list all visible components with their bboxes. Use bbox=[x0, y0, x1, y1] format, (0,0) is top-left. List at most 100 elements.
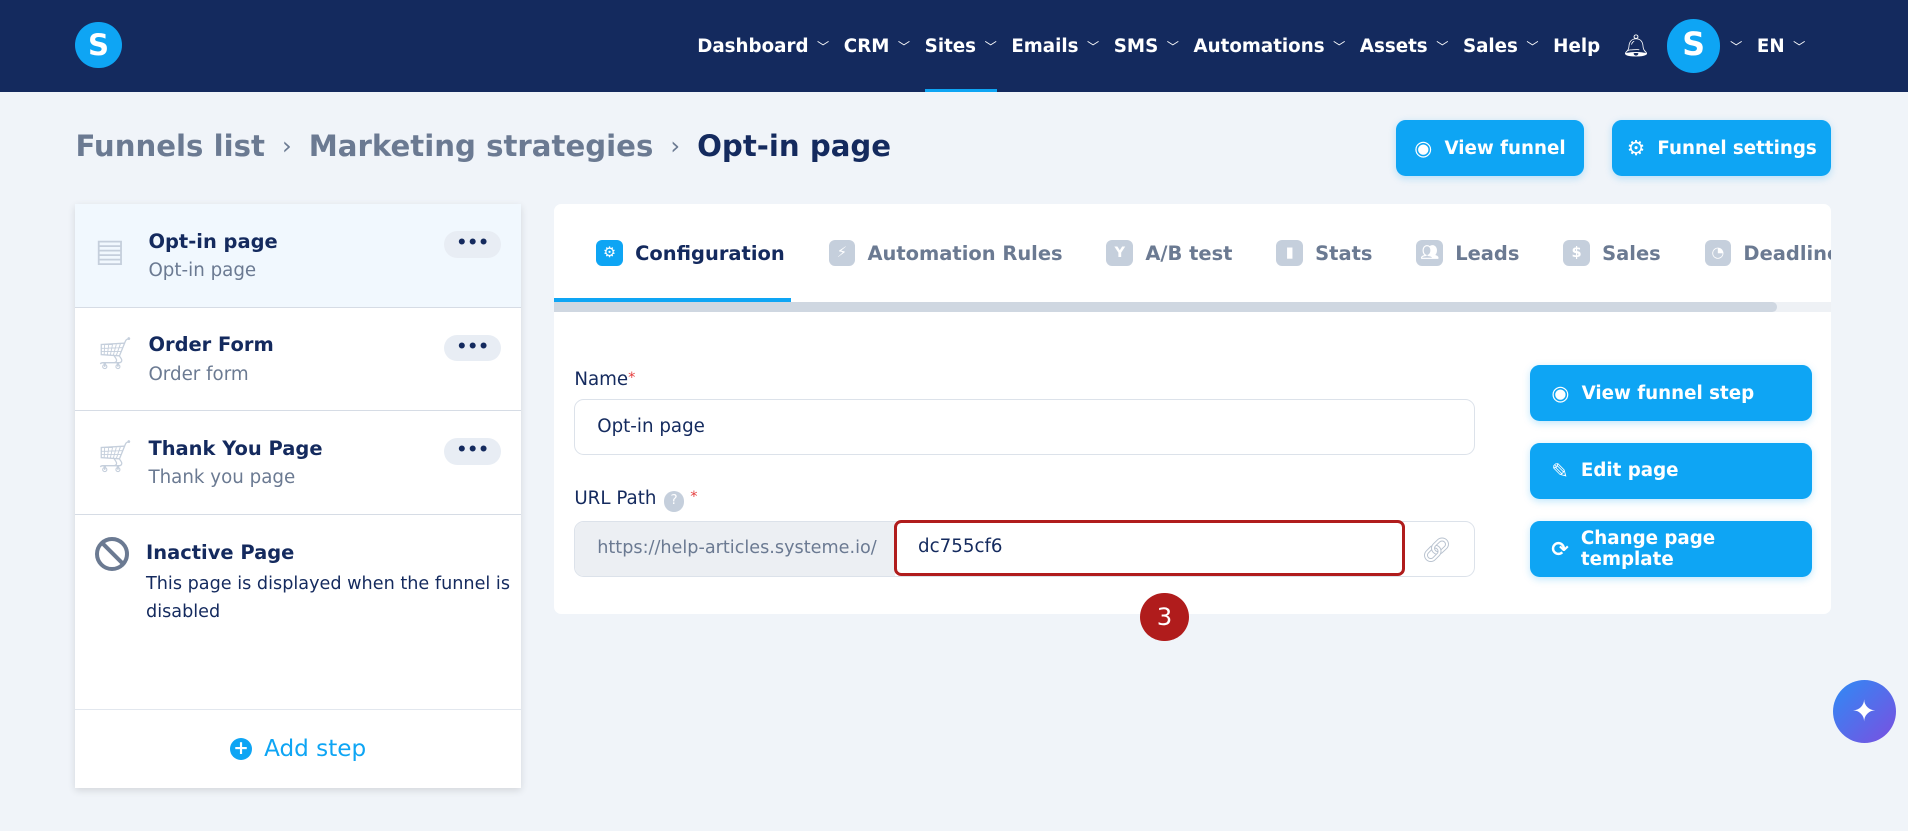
more-options-button[interactable]: ••• bbox=[444, 334, 502, 362]
nav-label: Help bbox=[1553, 35, 1601, 57]
inactive-page-item[interactable]: Inactive Page This page is displayed whe… bbox=[75, 515, 520, 710]
chevron-down-icon[interactable]: ﹀ bbox=[1730, 37, 1742, 55]
tab-deadline-settings[interactable]: ◔ Deadline settings bbox=[1704, 204, 1832, 301]
nav-sites[interactable]: Sites ﹀ bbox=[924, 0, 997, 93]
nav-assets[interactable]: Assets ﹀ bbox=[1360, 0, 1449, 92]
step-item[interactable]: ▤ Opt-in page Opt-in page ••• bbox=[75, 204, 521, 308]
funnel-settings-button[interactable]: ⚙ Funnel settings bbox=[1612, 120, 1832, 177]
tab-icon: ◔ bbox=[1704, 239, 1732, 267]
required-mark: * bbox=[690, 487, 698, 505]
chevron-down-icon: ﹀ bbox=[1436, 40, 1449, 55]
add-step-label: Add step bbox=[264, 736, 367, 763]
nav-dashboard[interactable]: Dashboard ﹀ bbox=[697, 0, 829, 92]
cart-icon: 🛒︎ bbox=[94, 336, 136, 373]
breadcrumb: Funnels list › Marketing strategies › Op… bbox=[75, 129, 891, 163]
steps-panel: ▤ Opt-in page Opt-in page ••• 🛒︎ Order F… bbox=[75, 204, 521, 789]
step-title: Order Form bbox=[148, 333, 274, 357]
nav-emails[interactable]: Emails ﹀ bbox=[1011, 0, 1099, 92]
breadcrumb-funnels-list[interactable]: Funnels list bbox=[75, 129, 265, 163]
url-prefix: https://help-articles.systeme.io/ bbox=[575, 521, 896, 576]
tab-automation-rules[interactable]: ⚡ Automation Rules bbox=[828, 204, 1085, 301]
tab-configuration[interactable]: ⚙ Configuration bbox=[596, 204, 806, 301]
url-label-text: URL Path bbox=[574, 487, 657, 509]
chevron-down-icon: ﹀ bbox=[1526, 40, 1539, 55]
view-funnel-button[interactable]: ◉ View funnel bbox=[1395, 120, 1585, 177]
link-icon[interactable]: 🔗︎ bbox=[1421, 535, 1452, 564]
tabs-scrollbar[interactable] bbox=[553, 301, 1832, 312]
tab-icon: ▮ bbox=[1276, 239, 1304, 267]
step-subtitle: Thank you page bbox=[148, 467, 296, 489]
nav-label: Dashboard bbox=[697, 35, 809, 57]
annotation-badge: 3 bbox=[1140, 592, 1189, 642]
help-icon[interactable]: ? bbox=[663, 490, 685, 512]
page-title: Opt-in page bbox=[697, 128, 892, 163]
required-mark: * bbox=[628, 368, 636, 386]
breadcrumb-marketing-strategies[interactable]: Marketing strategies bbox=[309, 129, 654, 163]
tab-leads[interactable]: 👥︎ Leads bbox=[1416, 204, 1541, 301]
url-path-label: URL Path? * bbox=[574, 487, 698, 512]
language-selector[interactable]: EN ﹀ bbox=[1757, 0, 1805, 92]
chevron-down-icon: ﹀ bbox=[1333, 40, 1346, 55]
step-title: Opt-in page bbox=[148, 229, 278, 253]
nav-label: Assets bbox=[1359, 35, 1428, 57]
edit-page-label: Edit page bbox=[1580, 460, 1679, 482]
tab-label: Deadline settings bbox=[1743, 241, 1832, 265]
eye-icon: ◉ bbox=[1414, 136, 1433, 161]
tab-icon: Y bbox=[1106, 239, 1134, 267]
tab-label: Stats bbox=[1315, 241, 1373, 265]
chevron-down-icon: ﹀ bbox=[1793, 40, 1806, 55]
gear-icon: ⚙ bbox=[1626, 136, 1646, 161]
chevron-down-icon: ﹀ bbox=[817, 40, 830, 55]
cart-check-icon: 🛒︎ bbox=[94, 439, 136, 476]
change-template-button[interactable]: ⟳ Change page template bbox=[1529, 520, 1812, 577]
tab-stats[interactable]: ▮ Stats bbox=[1276, 204, 1394, 301]
view-funnel-label: View funnel bbox=[1444, 137, 1566, 159]
more-options-button[interactable]: ••• bbox=[444, 231, 502, 258]
name-label-text: Name bbox=[574, 368, 629, 390]
logo[interactable]: S bbox=[75, 21, 122, 69]
refresh-icon: ⟳ bbox=[1551, 536, 1569, 561]
tab-icon: ⚙ bbox=[596, 239, 623, 267]
add-step-button[interactable]: + Add step bbox=[75, 709, 521, 788]
view-funnel-step-button[interactable]: ◉ View funnel step bbox=[1529, 365, 1812, 421]
nav-sales[interactable]: Sales ﹀ bbox=[1463, 0, 1539, 92]
tab-label: Sales bbox=[1602, 241, 1661, 265]
ai-assistant-button[interactable]: ✦ bbox=[1832, 680, 1896, 744]
url-slug-input[interactable]: dc755cf6 bbox=[894, 519, 1406, 576]
nav-label: SMS bbox=[1113, 35, 1159, 57]
chevron-down-icon: ﹀ bbox=[897, 40, 911, 55]
tab-sales[interactable]: $ Sales bbox=[1563, 204, 1682, 301]
step-subtitle: Order form bbox=[148, 363, 249, 385]
tab-a-b-test[interactable]: Y A/B test bbox=[1106, 204, 1254, 301]
name-label: Name* bbox=[574, 369, 635, 390]
edit-icon: ✎ bbox=[1551, 458, 1569, 483]
page-icon: ▤ bbox=[94, 232, 125, 269]
nav-sms[interactable]: SMS ﹀ bbox=[1114, 0, 1179, 92]
nav-crm[interactable]: CRM ﹀ bbox=[844, 0, 910, 92]
nav-help[interactable]: Help bbox=[1553, 0, 1600, 92]
tab-icon: $ bbox=[1563, 239, 1590, 267]
chevron-right-icon: › bbox=[281, 131, 292, 161]
tab-label: Leads bbox=[1455, 241, 1520, 265]
name-input[interactable]: Opt-in page bbox=[574, 399, 1475, 456]
bell-icon[interactable]: 🔔︎ bbox=[1622, 34, 1650, 59]
step-title: Thank You Page bbox=[148, 436, 323, 460]
nav-automations[interactable]: Automations ﹀ bbox=[1193, 0, 1345, 92]
ban-icon bbox=[94, 536, 129, 571]
edit-page-button[interactable]: ✎ Edit page bbox=[1529, 442, 1812, 499]
chevron-right-icon: › bbox=[670, 131, 681, 161]
top-header: S Dashboard ﹀ CRM ﹀ Sites ﹀ Emails ﹀ SMS ﹀ Automat… bbox=[0, 0, 1908, 93]
nav-label: Sales bbox=[1462, 35, 1518, 57]
sparkle-icon: ✦ bbox=[1851, 694, 1877, 729]
step-item[interactable]: 🛒︎ Thank You Page Thank you page ••• bbox=[75, 411, 521, 515]
plus-circle-icon: + bbox=[230, 738, 252, 761]
step-subtitle: Opt-in page bbox=[148, 260, 257, 282]
tab-label: A/B test bbox=[1145, 241, 1233, 265]
more-options-button[interactable]: ••• bbox=[444, 438, 502, 465]
tab-icon: 👥︎ bbox=[1416, 239, 1444, 267]
step-description: This page is displayed when the funnel i… bbox=[146, 573, 511, 622]
tab-icon: ⚡ bbox=[828, 239, 856, 267]
step-title: Inactive Page bbox=[146, 541, 295, 565]
step-item[interactable]: 🛒︎ Order Form Order form ••• bbox=[75, 308, 521, 412]
avatar[interactable]: S bbox=[1666, 19, 1721, 73]
